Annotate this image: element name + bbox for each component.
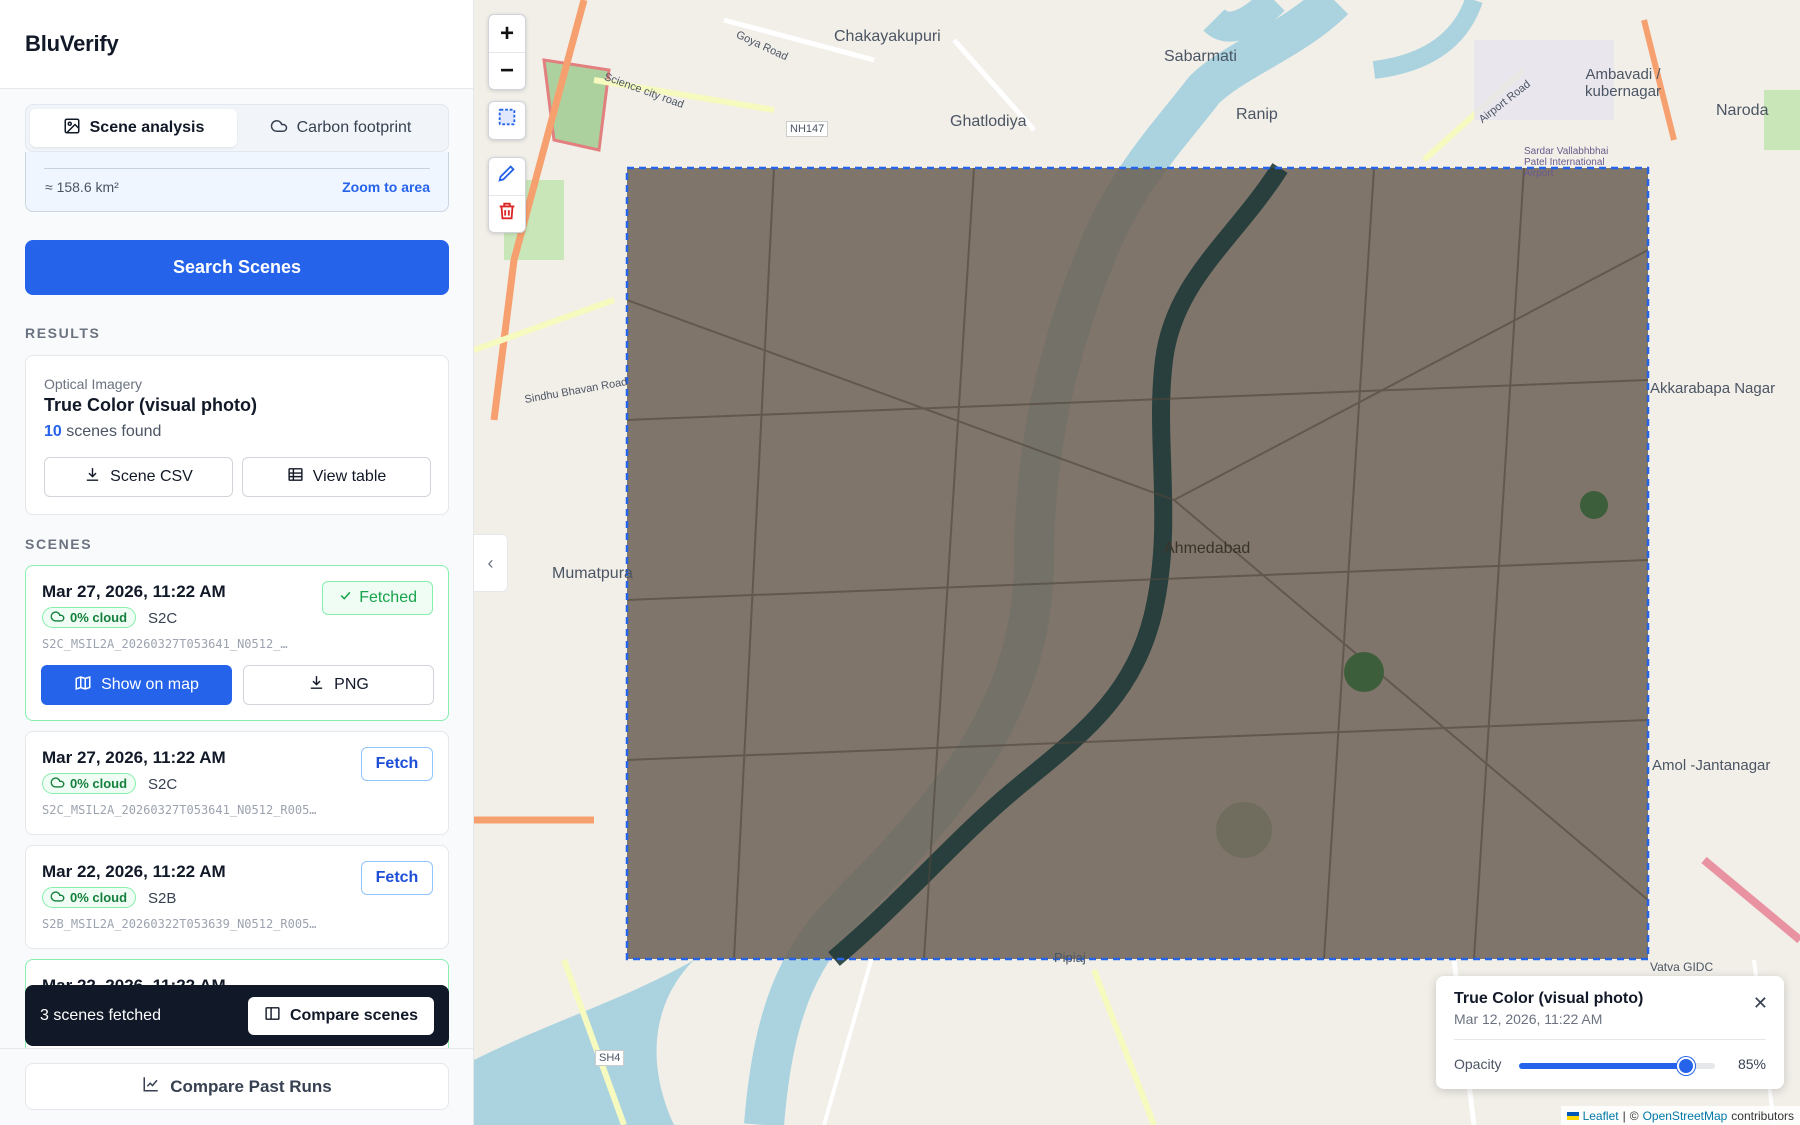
cloud-icon <box>50 889 65 907</box>
map-label: Amol -Jantanagar <box>1652 757 1771 774</box>
zoom-to-area-link[interactable]: Zoom to area <box>342 179 430 195</box>
scene-id: S2C_MSIL2A_20260327T053641_N0512_… <box>42 637 288 651</box>
check-icon <box>338 588 353 608</box>
image-icon <box>63 117 81 140</box>
draw-rectangle-control <box>488 101 526 140</box>
fetched-count: 3 scenes fetched <box>40 1006 161 1024</box>
osm-link[interactable]: OpenStreetMap <box>1643 1109 1728 1123</box>
map-label: Akkarabapa Nagar <box>1650 380 1776 397</box>
map-attribution: Leaflet | © OpenStreetMap contributors <box>1560 1106 1800 1125</box>
compare-past-runs-button[interactable]: Compare Past Runs <box>25 1063 449 1110</box>
download-icon <box>308 674 325 696</box>
show-on-map-button[interactable]: Show on map <box>41 665 232 705</box>
table-icon <box>287 466 304 488</box>
layer-date: Mar 12, 2026, 11:22 AM <box>1454 1011 1603 1027</box>
cloud-badge: 0% cloud <box>42 773 137 794</box>
png-download-button[interactable]: PNG <box>243 665 434 705</box>
map-label: NH147 <box>786 121 829 137</box>
search-scenes-button[interactable]: Search Scenes <box>25 240 449 295</box>
layer-info-panel: True Color (visual photo) Mar 12, 2026, … <box>1436 976 1784 1089</box>
download-icon <box>84 466 101 488</box>
aoi-area: ≈ 158.6 km² <box>45 179 119 195</box>
tab-scene-analysis[interactable]: Scene analysis <box>30 109 237 147</box>
scene-csv-button[interactable]: Scene CSV <box>44 457 233 497</box>
cloud-icon <box>270 117 288 140</box>
map-icon <box>74 674 92 697</box>
scene-date: Mar 27, 2026, 11:22 AM <box>42 582 226 601</box>
map-label: SH4 <box>595 1050 625 1066</box>
scenes-heading: SCENES <box>25 536 93 552</box>
results-count: 10 scenes found <box>44 423 162 440</box>
map-label: Ambavadi / kubernagar <box>1585 66 1661 100</box>
opacity-slider-fill <box>1519 1063 1686 1069</box>
chevron-left-icon: ‹ <box>487 552 494 573</box>
scene-date: Mar 27, 2026, 11:22 AM <box>42 748 226 767</box>
opacity-slider[interactable] <box>1519 1057 1715 1075</box>
opacity-label: Opacity <box>1454 1056 1502 1072</box>
draw-rectangle-button[interactable] <box>489 102 525 139</box>
scene-card: Mar 22, 2026, 11:22 AM 0% cloud S2B S2B_… <box>25 845 449 949</box>
trash-icon <box>496 200 518 229</box>
map-label: Sabarmati <box>1164 48 1237 65</box>
fetched-badge: Fetched <box>322 581 433 615</box>
aoi-summary: ≈ 158.6 km² Zoom to area <box>25 152 449 212</box>
app-title: BluVerify <box>0 0 473 89</box>
cloud-badge: 0% cloud <box>42 887 137 908</box>
scene-card: Mar 27, 2026, 11:22 AM 0% cloud S2C S2C_… <box>25 565 449 721</box>
map-label: Naroda <box>1716 102 1769 119</box>
cloud-icon <box>50 609 65 627</box>
results-title: True Color (visual photo) <box>44 395 258 415</box>
results-heading: RESULTS <box>25 325 101 341</box>
view-table-button[interactable]: View table <box>242 457 431 497</box>
sidebar: BluVerify Scene analysis Carbon footprin… <box>0 0 474 1125</box>
zoom-out-button[interactable]: − <box>489 52 525 89</box>
delete-button[interactable] <box>489 195 525 232</box>
map-label: Pipiaj <box>1054 950 1086 965</box>
scene-id: S2C_MSIL2A_20260327T053641_N0512_R005… <box>42 803 317 817</box>
map-label: Ahmedabad <box>1164 540 1251 557</box>
map-label: Ghatlodiya <box>950 113 1027 130</box>
map-view[interactable]: Chakayakupuri Sabarmati Ambavadi / kuber… <box>474 0 1800 1125</box>
scene-date: Mar 22, 2026, 11:22 AM <box>42 862 226 881</box>
zoom-control: + − <box>488 14 526 90</box>
results-kicker: Optical Imagery <box>44 376 143 392</box>
cloud-icon <box>50 775 65 793</box>
map-label: Sardar Vallabhbhai Patel International A… <box>1524 146 1609 179</box>
compare-scenes-button[interactable]: Compare scenes <box>247 996 434 1035</box>
cloud-badge: 0% cloud <box>42 607 137 628</box>
tab-label: Carbon footprint <box>296 119 412 136</box>
fetch-button[interactable]: Fetch <box>361 861 433 895</box>
columns-icon <box>264 1005 281 1027</box>
ukraine-flag-icon <box>1566 1111 1579 1120</box>
map-label: Ranip <box>1236 106 1278 123</box>
collapse-sidebar-button[interactable]: ‹ <box>474 534 508 592</box>
results-card: Optical Imagery True Color (visual photo… <box>25 355 449 515</box>
scene-card: Mar 27, 2026, 11:22 AM 0% cloud S2C S2C_… <box>25 731 449 835</box>
scene-satellite: S2B <box>148 890 177 907</box>
select-rectangle-icon <box>496 106 518 135</box>
scene-satellite: S2C <box>148 776 178 793</box>
scene-satellite: S2C <box>148 610 178 627</box>
pencil-icon <box>496 162 518 191</box>
tab-bar: Scene analysis Carbon footprint <box>25 104 449 152</box>
chart-line-icon <box>142 1075 160 1098</box>
tab-carbon-footprint[interactable]: Carbon footprint <box>237 109 444 147</box>
zoom-in-button[interactable]: + <box>489 15 525 52</box>
edit-button[interactable] <box>489 158 525 195</box>
map-label: Mumatpura <box>552 565 633 582</box>
edit-control <box>488 157 526 233</box>
close-icon[interactable]: ✕ <box>1753 993 1768 1014</box>
opacity-slider-handle[interactable] <box>1676 1057 1695 1075</box>
map-label: Chakayakupuri <box>834 28 941 45</box>
fetch-button[interactable]: Fetch <box>361 747 433 781</box>
layer-title: True Color (visual photo) <box>1454 990 1644 1007</box>
tab-label: Scene analysis <box>89 119 205 136</box>
fetched-summary-bar: 3 scenes fetched Compare scenes <box>25 985 449 1046</box>
map-label: Vatva GIDC <box>1650 960 1714 974</box>
scene-id: S2B_MSIL2A_20260322T053639_N0512_R005… <box>42 917 317 931</box>
opacity-value: 85% <box>1737 1056 1766 1072</box>
leaflet-link[interactable]: Leaflet <box>1583 1109 1619 1123</box>
